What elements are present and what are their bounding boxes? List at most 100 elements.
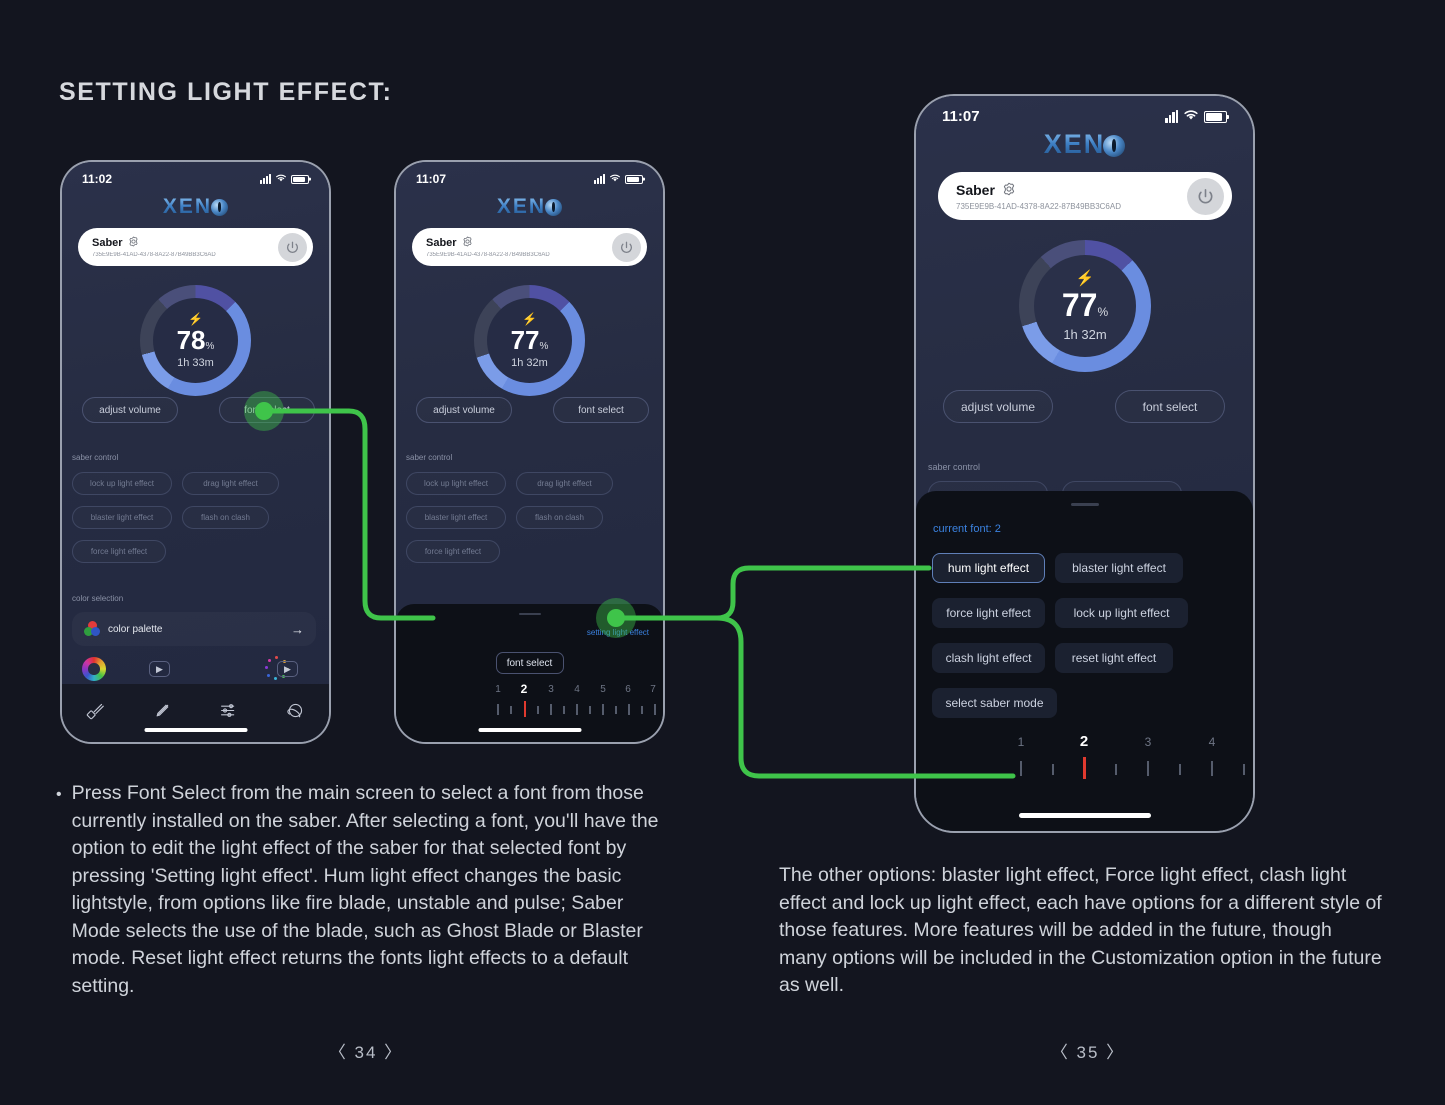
battery-eta: 1h 33m [177,356,214,369]
option-lock-up-light-effect[interactable]: lock up light effect [1055,598,1188,628]
battery-eta: 1h 32m [511,356,548,369]
device-name: Saber [956,182,995,198]
nav-edit-icon[interactable] [153,701,172,725]
ruler-tick-active [524,701,526,717]
font-select-button[interactable]: font select [219,397,315,423]
font-select-button[interactable]: font select [1115,390,1225,423]
phone1-battery-ring: ⚡ 78% 1h 33m [140,285,251,396]
color-palette-row[interactable]: color palette → [72,612,316,646]
phone2-device-card[interactable]: Saber 735E9E9B-41AD-4378-8A22-87B49BB3C6… [412,228,647,266]
adjust-volume-button[interactable]: adjust volume [943,390,1053,423]
phone3-home-indicator [1018,813,1151,818]
option-hum-light-effect[interactable]: hum light effect [932,553,1045,583]
ruler-tick [1211,761,1213,776]
ruler-tick [510,706,512,714]
phone2-status-bar: 11:07 [396,172,663,186]
saber-control-flash-on-clash[interactable]: flash on clash [182,506,269,529]
ruler-number: 5 [600,684,606,695]
ruler-number: 4 [1208,735,1216,749]
phone2-home-indicator [478,728,581,732]
status-time: 11:02 [82,172,113,186]
ruler-tick [1020,761,1022,776]
ruler-tick [563,706,565,714]
nav-settings-sliders-icon[interactable] [219,701,238,725]
saber-control-flash-on-clash[interactable]: flash on clash [516,506,603,529]
adjust-volume-button[interactable]: adjust volume [416,397,512,423]
battery-eta: 1h 32m [1063,326,1107,342]
saber-control-blaster[interactable]: blaster light effect [406,506,506,529]
nav-planet-icon[interactable] [286,701,305,725]
color-wheel-icon[interactable] [82,657,106,681]
ruler-tick [602,704,604,715]
saber-control-blaster[interactable]: blaster light effect [72,506,172,529]
power-button[interactable] [278,232,307,262]
font-select-button[interactable]: font select [553,397,649,423]
xeno-logo-orb-icon [545,198,563,216]
phone2-font-ruler[interactable]: 1 2 3 4 5 6 7 [396,682,663,734]
device-name: Saber [426,237,457,249]
xeno-logo-orb-icon [211,198,229,216]
page-number-left: 〈 34 〉 [328,1043,404,1062]
charging-bolt-icon: ⚡ [188,311,203,326]
setting-light-effect-link[interactable]: setting light effect [587,628,649,637]
phone-mockup-1: 11:02 XEN Saber 735E9E9B-41AD-4378-8A22-… [62,162,329,742]
play-button-2[interactable]: ▶ [277,661,298,677]
phone2-battery-ring-inner: ⚡ 77% 1h 32m [487,298,572,383]
ruler-number: 3 [548,684,554,695]
phone3-light-effect-sheet: current font: 2 hum light effect blaster… [916,491,1253,831]
saber-control-label: saber control [406,453,453,462]
phone2-battery-ring: ⚡ 77% 1h 32m [474,285,585,396]
ruler-tick [589,706,591,714]
xeno-logo-text: XEN [162,195,213,218]
option-clash-light-effect[interactable]: clash light effect [932,643,1045,673]
color-selection-label: color selection [72,594,124,603]
saber-control-force[interactable]: force light effect [72,540,166,563]
phone3-screen: 11:07 XEN Saber 735E9E9B-41AD-4378-8A22-… [916,96,1253,831]
option-select-saber-mode[interactable]: select saber mode [932,688,1057,718]
phone-mockup-3: 11:07 XEN Saber 735E9E9B-41AD-4378-8A22-… [916,96,1253,831]
play-button-1[interactable]: ▶ [149,661,170,677]
sheet-font-select-button[interactable]: font select [495,652,564,674]
phone-mockup-2: 11:07 XEN Saber 735E9E9B-41AD-4378-8A22-… [396,162,663,742]
ruler-tick [1147,761,1149,776]
phone3-device-card[interactable]: Saber 735E9E9B-41AD-4378-8A22-87B49BB3C6… [938,172,1232,220]
saber-control-lock-up[interactable]: lock up light effect [72,472,172,495]
current-font-label: current font: 2 [933,523,1001,535]
phone3-font-ruler[interactable]: 1 2 3 4 [916,733,1253,795]
charging-bolt-icon: ⚡ [522,311,537,326]
phone1-status-bar: 11:02 [62,172,329,186]
sheet-grabber[interactable] [1070,503,1099,506]
gear-icon[interactable] [128,236,139,250]
xeno-logo-orb-icon [1103,134,1126,157]
power-button[interactable] [1187,177,1224,215]
saber-control-label: saber control [928,462,981,472]
body-right-block: The other options: blaster light effect,… [779,862,1384,1000]
sheet-grabber[interactable] [518,613,541,615]
battery-percent: 77% [1061,286,1109,323]
option-reset-light-effect[interactable]: reset light effect [1055,643,1173,673]
phone1-battery-ring-inner: ⚡ 78% 1h 33m [153,298,238,383]
phone1-screen: 11:02 XEN Saber 735E9E9B-41AD-4378-8A22-… [62,162,329,742]
bullet-marker: • [56,786,62,803]
saber-control-force[interactable]: force light effect [406,540,500,563]
arrow-right-icon[interactable]: → [291,622,304,637]
option-blaster-light-effect[interactable]: blaster light effect [1055,553,1183,583]
saber-control-lock-up[interactable]: lock up light effect [406,472,506,495]
saber-control-drag[interactable]: drag light effect [516,472,613,495]
gear-icon[interactable] [462,236,473,250]
nav-saber-icon[interactable] [86,701,105,725]
gear-icon[interactable] [1002,182,1016,199]
power-button[interactable] [612,232,641,262]
ruler-tick [641,706,643,714]
body-right-text: The other options: blaster light effect,… [779,864,1382,996]
adjust-volume-button[interactable]: adjust volume [82,397,178,423]
battery-percent: 78% [176,324,215,355]
color-palette-label: color palette [108,623,163,635]
ruler-number: 6 [625,684,631,695]
status-time: 11:07 [416,172,447,186]
saber-control-label: saber control [72,453,119,462]
phone1-device-card[interactable]: Saber 735E9E9B-41AD-4378-8A22-87B49BB3C6… [78,228,313,266]
body-left-text: Press Font Select from the main screen t… [71,782,659,997]
saber-control-drag[interactable]: drag light effect [182,472,279,495]
option-force-light-effect[interactable]: force light effect [932,598,1045,628]
